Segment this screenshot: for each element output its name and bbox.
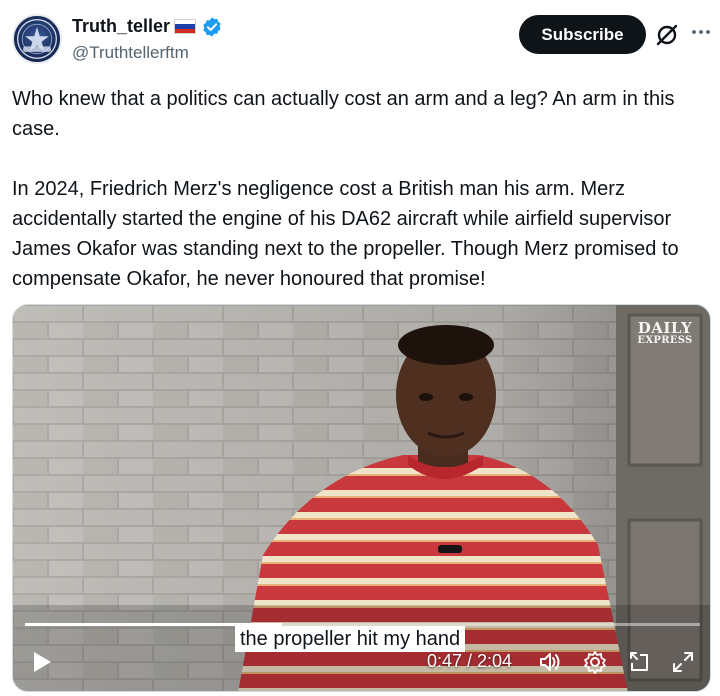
video-watermark: DAILY EXPRESS — [637, 321, 693, 346]
watermark-line: DAILY — [637, 319, 693, 337]
picture-in-picture-icon[interactable] — [626, 649, 652, 675]
volume-icon[interactable] — [537, 649, 563, 675]
watermark-line: EXPRESS — [637, 335, 693, 346]
settings-gear-icon[interactable] — [582, 649, 608, 675]
video-player[interactable]: DAILY EXPRESS the propeller hit my hand … — [12, 304, 711, 692]
more-options-icon[interactable] — [690, 22, 712, 42]
russia-flag-icon — [174, 19, 196, 34]
tweet-text: Who knew that a politics can actually co… — [12, 84, 712, 294]
video-time: 0:47 / 2:04 — [427, 651, 513, 671]
tweet-paragraph: Who knew that a politics can actually co… — [12, 88, 675, 140]
video-caption: the propeller hit my hand — [235, 626, 466, 652]
user-handle[interactable]: @Truthtellerftm — [72, 43, 189, 63]
tweet-header: Truth_teller @Truthtellerftm Subscribe — [0, 0, 720, 76]
play-icon[interactable] — [31, 650, 53, 674]
subscribe-button[interactable]: Subscribe — [519, 15, 646, 54]
fullscreen-icon[interactable] — [670, 649, 696, 675]
tweet-paragraph: In 2024, Friedrich Merz's negligence cos… — [12, 178, 679, 290]
display-name[interactable]: Truth_teller — [72, 16, 170, 37]
avatar[interactable] — [12, 14, 62, 64]
grok-icon[interactable] — [654, 22, 680, 48]
verified-badge-icon — [203, 17, 221, 37]
